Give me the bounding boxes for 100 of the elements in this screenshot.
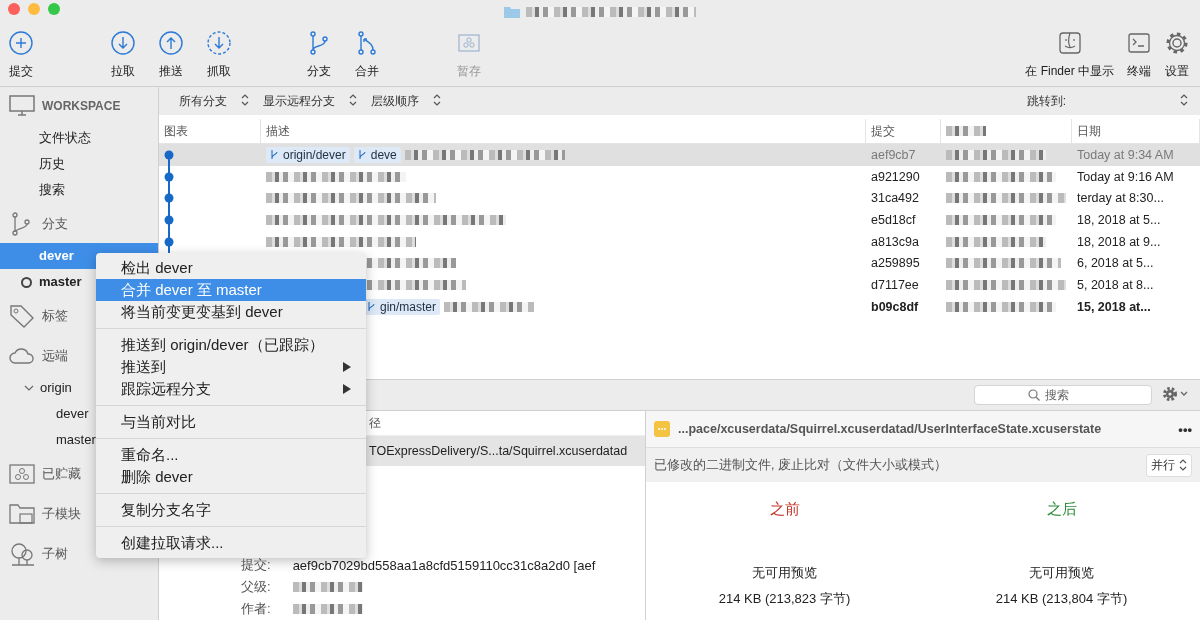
up-down-chevron-icon — [433, 93, 441, 106]
minimize-window-button[interactable] — [28, 3, 40, 15]
sidebar-section-title[interactable]: 子模块 — [42, 505, 81, 523]
commit-date: Today at 9:16 AM — [1076, 168, 1175, 186]
detail-label: 提交: — [241, 556, 271, 574]
more-button[interactable]: ••• — [1178, 421, 1192, 437]
settings-icon — [1162, 385, 1190, 402]
commit-hash: a921290 — [870, 168, 921, 186]
column-header[interactable]: 描述 — [261, 119, 866, 143]
commit-date: terday at 8:30... — [1076, 190, 1165, 208]
sidebar-section-title[interactable]: 标签 — [42, 307, 68, 325]
column-header[interactable]: 提交 — [866, 119, 941, 143]
menu-item[interactable]: 跟踪远程分支 — [96, 378, 366, 400]
menu-item[interactable]: 复制分支名字 — [96, 499, 366, 521]
detail-label: 父级: — [241, 578, 271, 596]
zoom-window-button[interactable] — [48, 3, 60, 15]
close-window-button[interactable] — [8, 3, 20, 15]
branch-icon — [357, 149, 367, 161]
submenu-arrow-icon — [342, 383, 352, 395]
toolbar-button[interactable]: 设置 — [1158, 30, 1196, 80]
toolbar-button[interactable]: 合并 — [346, 30, 388, 80]
up-down-chevron-icon — [241, 93, 249, 106]
commit-row[interactable]: a921290 Today at 9:16 AM — [159, 165, 1200, 188]
menu-item[interactable]: 推送到 — [96, 356, 366, 378]
file-icon — [654, 421, 670, 437]
pixelated-column-header — [946, 126, 986, 136]
branch-tag[interactable]: origin/dever — [266, 146, 350, 163]
jump-to-dropdown[interactable]: 跳转到: — [1026, 92, 1188, 110]
folder-icon — [504, 6, 520, 18]
commit-date: 18, 2018 at 9... — [1076, 233, 1162, 251]
commit-date: 15, 2018 at... — [1076, 298, 1152, 316]
filter-dropdown[interactable]: 所有分支 — [179, 92, 249, 110]
sidebar-section-title[interactable]: 子树 — [42, 545, 68, 563]
branch-tag[interactable]: gin/master — [363, 298, 441, 315]
toolbar-button[interactable]: 拉取 — [102, 30, 144, 80]
up-down-chevron-icon — [1180, 93, 1188, 106]
sidebar-item[interactable]: 历史 — [0, 151, 158, 177]
commit-node — [164, 187, 174, 210]
commit-node — [164, 165, 174, 188]
commit-row[interactable]: origin/dever deve aef9cb7 Today at 9:34 AM — [159, 144, 1200, 166]
view-mode-dropdown[interactable]: 并行 — [1146, 453, 1192, 477]
toolbar-button[interactable]: 分支 — [298, 30, 340, 80]
commit-date: 6, 2018 at 5... — [1076, 255, 1155, 273]
sidebar-item[interactable]: 文件状态 — [0, 125, 158, 151]
preview-text: 无可用预览 — [752, 564, 817, 582]
sidebar-section-title[interactable]: WORKSPACE — [42, 99, 121, 113]
file-path: ...pace/xcuserdata/Squirrel.xcuserdatad/UserInterfaceState.xcuserstate — [678, 422, 1103, 436]
sidebar-section-title[interactable]: 分支 — [42, 215, 68, 233]
toolbar-button[interactable]: 抓取 — [198, 30, 240, 80]
branch-icon — [270, 149, 279, 161]
commit-hash: b09c8df — [870, 298, 920, 316]
pixelated-value — [292, 582, 363, 592]
chevron-icon — [24, 384, 34, 392]
toolbar-button[interactable]: 终端 — [1120, 30, 1158, 80]
sidebar-section-title[interactable]: 远端 — [42, 347, 68, 365]
commit-hash: a259895 — [870, 255, 921, 273]
folders-icon — [8, 501, 36, 527]
menu-item[interactable]: 将当前变更变基到 dever — [96, 301, 366, 323]
commit-hash: a813c9a — [870, 233, 920, 251]
tag-icon — [8, 303, 36, 329]
commit-date: 18, 2018 at 5... — [1076, 211, 1162, 229]
toolbar-button[interactable]: 在 Finder 中显示 — [1019, 30, 1120, 80]
menu-item[interactable]: 创建拉取请求... — [96, 532, 366, 554]
branch-tag[interactable]: deve — [353, 146, 401, 163]
filter-dropdown[interactable]: 显示远程分支 — [263, 92, 357, 110]
search-field[interactable]: 搜索 — [974, 385, 1152, 405]
terminal-icon — [1126, 30, 1152, 56]
toolbar-button[interactable]: 提交 — [0, 30, 42, 80]
branch-icon — [367, 301, 376, 313]
file-size: 214 KB (213,804 字节) — [995, 590, 1128, 608]
up-down-chevron-icon — [349, 93, 357, 106]
up-down-chevron-icon — [1179, 459, 1187, 471]
commit-hash: aef9cb7 — [870, 146, 917, 164]
detail-label: 作者: — [241, 600, 271, 618]
filter-dropdown[interactable]: 层级顺序 — [371, 92, 441, 110]
submenu-arrow-icon — [342, 361, 352, 373]
menu-item[interactable]: 与当前对比 — [96, 411, 366, 433]
toolbar-button[interactable]: 推送 — [150, 30, 192, 80]
monitor-icon — [8, 93, 36, 119]
settings-icon — [1164, 30, 1190, 56]
commit-node — [164, 208, 174, 231]
stash-icon — [8, 461, 36, 487]
trees-icon — [8, 541, 36, 567]
commit-row[interactable]: e5d18cf 18, 2018 at 5... — [159, 209, 1200, 231]
menu-item[interactable]: 删除 dever — [96, 466, 366, 488]
menu-item[interactable]: 推送到 origin/dever（已跟踪） — [96, 334, 366, 356]
commit-date: Today at 9:34 AM — [1076, 146, 1175, 164]
commit-row[interactable]: a813c9a 18, 2018 at 9... — [159, 230, 1200, 253]
column-header[interactable]: 图表 — [159, 119, 261, 143]
finder-face-icon — [1056, 30, 1083, 56]
commit-hash: d7117ee — [870, 276, 920, 294]
commit-node — [164, 230, 174, 253]
commit-row[interactable]: 31ca492 terday at 8:30... — [159, 187, 1200, 210]
detail-value: aef9cb7029bd558aa1a8cfd5159110cc31c8a2d0 [aef — [292, 557, 596, 573]
column-header[interactable]: 日期 — [1072, 119, 1200, 143]
column-header[interactable]: 径 — [369, 414, 381, 432]
sidebar-item[interactable]: 搜索 — [0, 177, 158, 203]
sidebar-section-title[interactable]: 已贮藏 — [42, 465, 81, 483]
plus-icon — [8, 30, 34, 56]
commit-date: 5, 2018 at 8... — [1076, 276, 1155, 294]
